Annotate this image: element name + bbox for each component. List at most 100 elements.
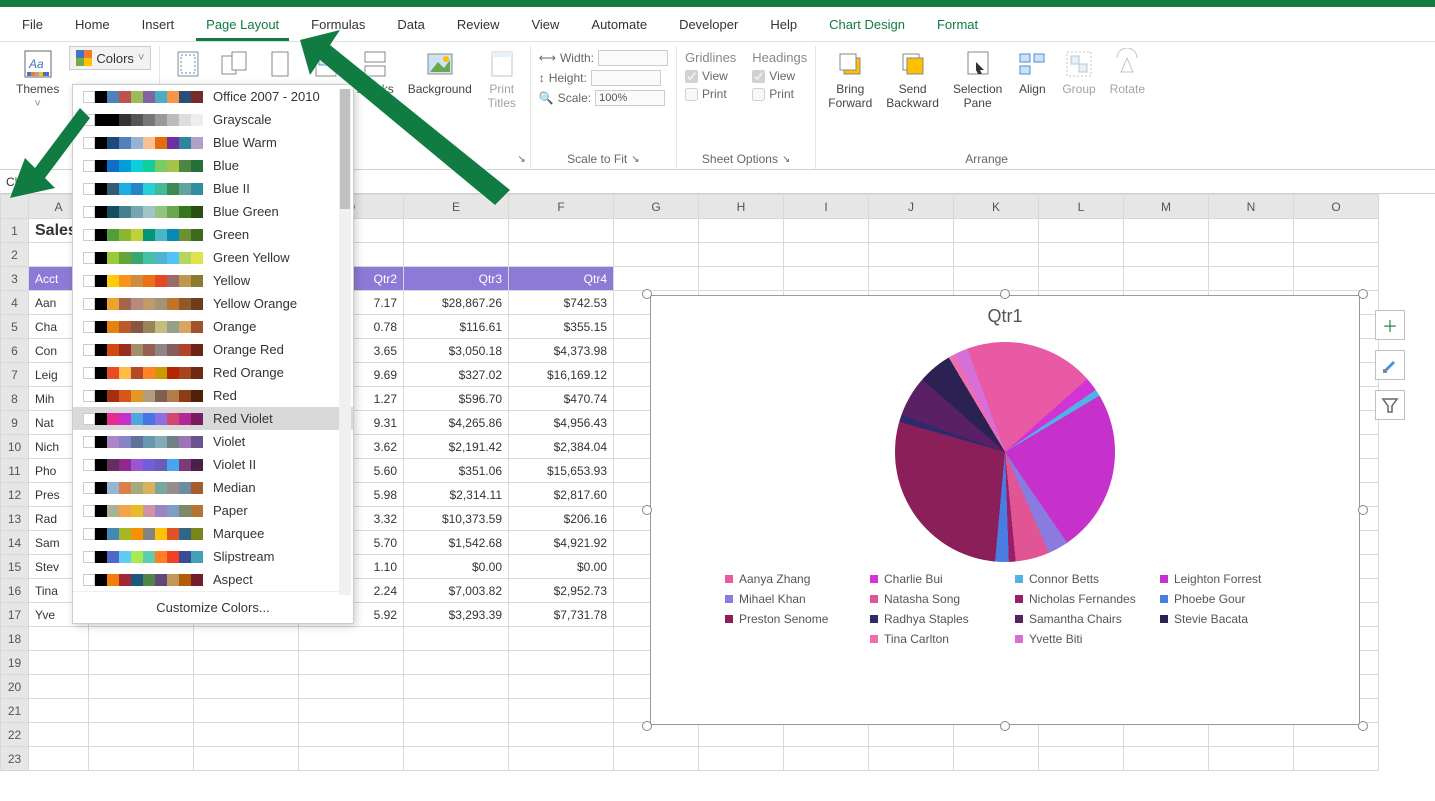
color-scheme-paper[interactable]: Paper (73, 499, 353, 522)
legend-item: Radhya Staples (870, 612, 995, 626)
col-header[interactable]: I (784, 195, 869, 219)
legend-item: Mihael Khan (725, 592, 850, 606)
chart-filter-button[interactable] (1375, 390, 1405, 420)
headings-label: Headings (752, 50, 807, 65)
row-header[interactable]: 2 (1, 243, 29, 267)
col-header[interactable]: M (1124, 195, 1209, 219)
legend-item: Connor Betts (1015, 572, 1140, 586)
row-header[interactable]: 23 (1, 747, 29, 771)
gridlines-print-check[interactable]: Print (685, 87, 736, 101)
tab-developer[interactable]: Developer (669, 11, 748, 41)
row-header[interactable]: 22 (1, 723, 29, 747)
row-header[interactable]: 7 (1, 363, 29, 387)
legend-swatch (870, 575, 878, 583)
legend-label: Stevie Bacata (1174, 612, 1248, 626)
row-header[interactable]: 21 (1, 699, 29, 723)
color-scheme-green[interactable]: Green (73, 223, 353, 246)
tab-help[interactable]: Help (760, 11, 807, 41)
send-backward-button[interactable]: Send Backward (882, 46, 943, 112)
col-header[interactable]: N (1209, 195, 1294, 219)
color-scheme-orange-red[interactable]: Orange Red (73, 338, 353, 361)
row-header[interactable]: 3 (1, 267, 29, 291)
row-header[interactable]: 11 (1, 459, 29, 483)
color-scheme-red-violet[interactable]: Red Violet (73, 407, 353, 430)
row-header[interactable]: 10 (1, 435, 29, 459)
height-input[interactable] (591, 70, 661, 86)
pie-chart[interactable]: Qtr1 Aanya ZhangCharlie BuiConnor BettsL… (650, 295, 1360, 725)
row-header[interactable]: 20 (1, 675, 29, 699)
tab-home[interactable]: Home (65, 11, 120, 41)
dialog-launcher-icon[interactable]: ↘ (631, 154, 639, 165)
color-scheme-orange[interactable]: Orange (73, 315, 353, 338)
color-scheme-yellow-orange[interactable]: Yellow Orange (73, 292, 353, 315)
row-header[interactable]: 5 (1, 315, 29, 339)
color-scheme-median[interactable]: Median (73, 476, 353, 499)
scale-input[interactable] (595, 90, 665, 106)
color-scheme-yellow[interactable]: Yellow (73, 269, 353, 292)
orientation-button[interactable] (214, 46, 254, 82)
row-header[interactable]: 6 (1, 339, 29, 363)
col-header[interactable]: G (614, 195, 699, 219)
color-scheme-red[interactable]: Red (73, 384, 353, 407)
tab-file[interactable]: File (12, 11, 53, 41)
row-header[interactable]: 13 (1, 507, 29, 531)
col-header[interactable]: F (509, 195, 614, 219)
selection-handle[interactable] (1358, 721, 1368, 731)
color-scheme-label: Yellow Orange (213, 296, 297, 311)
dialog-launcher-icon[interactable]: ↘ (782, 154, 790, 165)
row-header[interactable]: 15 (1, 555, 29, 579)
row-header[interactable]: 19 (1, 651, 29, 675)
chart-elements-button[interactable]: ＋ (1375, 310, 1405, 340)
color-scheme-green-yellow[interactable]: Green Yellow (73, 246, 353, 269)
row-header[interactable]: 1 (1, 219, 29, 243)
headings-print-check[interactable]: Print (752, 87, 807, 101)
selection-handle[interactable] (1000, 289, 1010, 299)
row-header[interactable]: 8 (1, 387, 29, 411)
customize-colors-button[interactable]: Customize Colors... (73, 591, 353, 623)
color-scheme-red-orange[interactable]: Red Orange (73, 361, 353, 384)
bring-forward-button[interactable]: Bring Forward (824, 46, 876, 112)
legend-item: Stevie Bacata (1160, 612, 1285, 626)
color-scheme-marquee[interactable]: Marquee (73, 522, 353, 545)
row-header[interactable]: 16 (1, 579, 29, 603)
align-button[interactable]: Align (1012, 46, 1052, 98)
tab-insert[interactable]: Insert (132, 11, 185, 41)
selection-handle[interactable] (642, 505, 652, 515)
color-scheme-violet-ii[interactable]: Violet II (73, 453, 353, 476)
row-header[interactable]: 12 (1, 483, 29, 507)
chart-styles-button[interactable] (1375, 350, 1405, 380)
colors-icon (76, 50, 92, 66)
col-header[interactable]: L (1039, 195, 1124, 219)
color-scheme-slipstream[interactable]: Slipstream (73, 545, 353, 568)
col-header[interactable]: K (954, 195, 1039, 219)
color-scheme-label: Green Yellow (213, 250, 290, 265)
headings-view-check[interactable]: View (752, 69, 807, 83)
col-header[interactable]: J (869, 195, 954, 219)
row-header[interactable]: 18 (1, 627, 29, 651)
row-header[interactable]: 9 (1, 411, 29, 435)
legend-swatch (870, 615, 878, 623)
size-button[interactable] (260, 46, 300, 82)
row-header[interactable]: 4 (1, 291, 29, 315)
legend-item: Natasha Song (870, 592, 995, 606)
tab-view[interactable]: View (521, 11, 569, 41)
width-input[interactable] (598, 50, 668, 66)
selection-handle[interactable] (1358, 289, 1368, 299)
tab-automate[interactable]: Automate (581, 11, 657, 41)
color-scheme-aspect[interactable]: Aspect (73, 568, 353, 591)
gridlines-view-check[interactable]: View (685, 69, 736, 83)
legend-label: Natasha Song (884, 592, 960, 606)
tab-chart-design[interactable]: Chart Design (819, 11, 915, 41)
margins-button[interactable] (168, 46, 208, 82)
legend-swatch (870, 595, 878, 603)
col-header[interactable]: O (1294, 195, 1379, 219)
row-header[interactable]: 17 (1, 603, 29, 627)
color-scheme-violet[interactable]: Violet (73, 430, 353, 453)
selection-handle[interactable] (1358, 505, 1368, 515)
selection-pane-button[interactable]: Selection Pane (949, 46, 1006, 112)
colors-button[interactable]: Colors ˅ (69, 46, 151, 70)
row-header[interactable]: 14 (1, 531, 29, 555)
tab-page-layout[interactable]: Page Layout (196, 11, 289, 41)
tab-format[interactable]: Format (927, 11, 988, 41)
col-header[interactable]: H (699, 195, 784, 219)
